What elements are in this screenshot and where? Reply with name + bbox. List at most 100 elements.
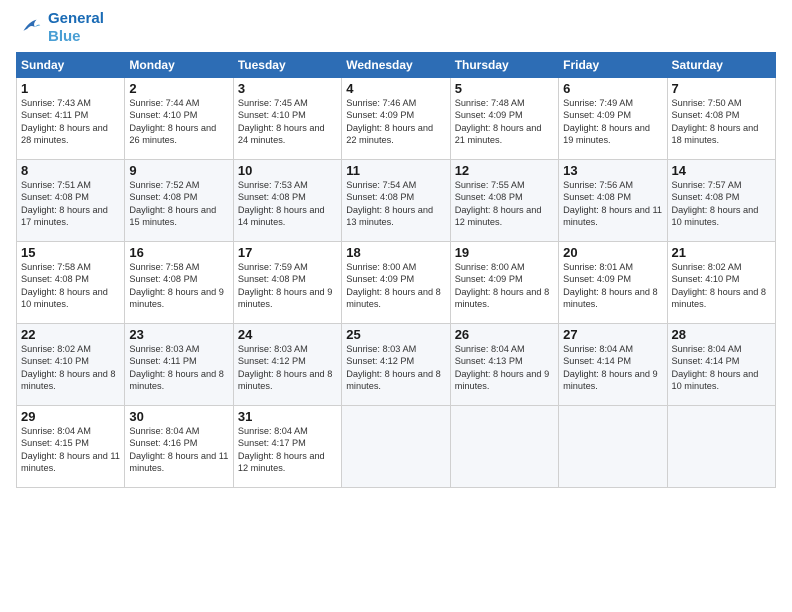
calendar-cell: 23 Sunrise: 8:03 AMSunset: 4:11 PMDaylig… — [125, 324, 233, 406]
cell-info: Sunrise: 8:04 AMSunset: 4:14 PMDaylight:… — [672, 344, 759, 391]
cell-info: Sunrise: 8:04 AMSunset: 4:16 PMDaylight:… — [129, 426, 228, 473]
cell-info: Sunrise: 7:58 AMSunset: 4:08 PMDaylight:… — [129, 262, 224, 309]
day-number: 6 — [563, 81, 662, 96]
day-number: 11 — [346, 163, 445, 178]
calendar-cell: 28 Sunrise: 8:04 AMSunset: 4:14 PMDaylig… — [667, 324, 775, 406]
logo: GeneralBlue — [16, 10, 104, 46]
day-number: 18 — [346, 245, 445, 260]
header-monday: Monday — [125, 53, 233, 78]
calendar-cell: 12 Sunrise: 7:55 AMSunset: 4:08 PMDaylig… — [450, 160, 558, 242]
header-sunday: Sunday — [17, 53, 125, 78]
header-saturday: Saturday — [667, 53, 775, 78]
day-number: 4 — [346, 81, 445, 96]
cell-info: Sunrise: 7:52 AMSunset: 4:08 PMDaylight:… — [129, 180, 216, 227]
cell-info: Sunrise: 8:04 AMSunset: 4:17 PMDaylight:… — [238, 426, 325, 473]
calendar-cell: 5 Sunrise: 7:48 AMSunset: 4:09 PMDayligh… — [450, 78, 558, 160]
calendar-cell: 29 Sunrise: 8:04 AMSunset: 4:15 PMDaylig… — [17, 406, 125, 488]
calendar-cell: 18 Sunrise: 8:00 AMSunset: 4:09 PMDaylig… — [342, 242, 450, 324]
cell-info: Sunrise: 8:03 AMSunset: 4:12 PMDaylight:… — [346, 344, 441, 391]
cell-info: Sunrise: 7:46 AMSunset: 4:09 PMDaylight:… — [346, 98, 433, 145]
calendar-cell: 19 Sunrise: 8:00 AMSunset: 4:09 PMDaylig… — [450, 242, 558, 324]
cell-info: Sunrise: 7:58 AMSunset: 4:08 PMDaylight:… — [21, 262, 108, 309]
day-number: 14 — [672, 163, 771, 178]
week-row-5: 29 Sunrise: 8:04 AMSunset: 4:15 PMDaylig… — [17, 406, 776, 488]
cell-info: Sunrise: 8:00 AMSunset: 4:09 PMDaylight:… — [455, 262, 550, 309]
day-number: 7 — [672, 81, 771, 96]
calendar-cell — [342, 406, 450, 488]
day-number: 20 — [563, 245, 662, 260]
cell-info: Sunrise: 8:03 AMSunset: 4:12 PMDaylight:… — [238, 344, 333, 391]
day-number: 31 — [238, 409, 337, 424]
calendar-cell: 3 Sunrise: 7:45 AMSunset: 4:10 PMDayligh… — [233, 78, 341, 160]
cell-info: Sunrise: 7:44 AMSunset: 4:10 PMDaylight:… — [129, 98, 216, 145]
header-tuesday: Tuesday — [233, 53, 341, 78]
calendar-table: SundayMondayTuesdayWednesdayThursdayFrid… — [16, 52, 776, 488]
day-number: 2 — [129, 81, 228, 96]
cell-info: Sunrise: 7:56 AMSunset: 4:08 PMDaylight:… — [563, 180, 662, 227]
calendar-cell: 27 Sunrise: 8:04 AMSunset: 4:14 PMDaylig… — [559, 324, 667, 406]
cell-info: Sunrise: 7:50 AMSunset: 4:08 PMDaylight:… — [672, 98, 759, 145]
header-thursday: Thursday — [450, 53, 558, 78]
calendar-cell — [559, 406, 667, 488]
day-number: 13 — [563, 163, 662, 178]
cell-info: Sunrise: 7:55 AMSunset: 4:08 PMDaylight:… — [455, 180, 542, 227]
week-row-1: 1 Sunrise: 7:43 AMSunset: 4:11 PMDayligh… — [17, 78, 776, 160]
cell-info: Sunrise: 7:45 AMSunset: 4:10 PMDaylight:… — [238, 98, 325, 145]
day-number: 23 — [129, 327, 228, 342]
calendar-cell: 4 Sunrise: 7:46 AMSunset: 4:09 PMDayligh… — [342, 78, 450, 160]
day-number: 27 — [563, 327, 662, 342]
cell-info: Sunrise: 7:54 AMSunset: 4:08 PMDaylight:… — [346, 180, 433, 227]
calendar-cell: 1 Sunrise: 7:43 AMSunset: 4:11 PMDayligh… — [17, 78, 125, 160]
logo-icon — [16, 14, 44, 42]
day-number: 12 — [455, 163, 554, 178]
calendar-cell: 6 Sunrise: 7:49 AMSunset: 4:09 PMDayligh… — [559, 78, 667, 160]
day-number: 17 — [238, 245, 337, 260]
cell-info: Sunrise: 8:04 AMSunset: 4:13 PMDaylight:… — [455, 344, 550, 391]
calendar-cell: 17 Sunrise: 7:59 AMSunset: 4:08 PMDaylig… — [233, 242, 341, 324]
cell-info: Sunrise: 8:00 AMSunset: 4:09 PMDaylight:… — [346, 262, 441, 309]
logo-text: GeneralBlue — [48, 10, 104, 46]
calendar-cell: 22 Sunrise: 8:02 AMSunset: 4:10 PMDaylig… — [17, 324, 125, 406]
day-number: 3 — [238, 81, 337, 96]
cell-info: Sunrise: 8:02 AMSunset: 4:10 PMDaylight:… — [21, 344, 116, 391]
cell-info: Sunrise: 8:04 AMSunset: 4:15 PMDaylight:… — [21, 426, 120, 473]
calendar-cell: 7 Sunrise: 7:50 AMSunset: 4:08 PMDayligh… — [667, 78, 775, 160]
week-row-2: 8 Sunrise: 7:51 AMSunset: 4:08 PMDayligh… — [17, 160, 776, 242]
header-friday: Friday — [559, 53, 667, 78]
day-number: 5 — [455, 81, 554, 96]
day-number: 24 — [238, 327, 337, 342]
header-row: SundayMondayTuesdayWednesdayThursdayFrid… — [17, 53, 776, 78]
day-number: 9 — [129, 163, 228, 178]
day-number: 1 — [21, 81, 120, 96]
calendar-cell: 10 Sunrise: 7:53 AMSunset: 4:08 PMDaylig… — [233, 160, 341, 242]
calendar-cell: 24 Sunrise: 8:03 AMSunset: 4:12 PMDaylig… — [233, 324, 341, 406]
header-wednesday: Wednesday — [342, 53, 450, 78]
calendar-cell: 9 Sunrise: 7:52 AMSunset: 4:08 PMDayligh… — [125, 160, 233, 242]
day-number: 29 — [21, 409, 120, 424]
week-row-4: 22 Sunrise: 8:02 AMSunset: 4:10 PMDaylig… — [17, 324, 776, 406]
day-number: 22 — [21, 327, 120, 342]
day-number: 16 — [129, 245, 228, 260]
cell-info: Sunrise: 7:49 AMSunset: 4:09 PMDaylight:… — [563, 98, 650, 145]
calendar-cell: 2 Sunrise: 7:44 AMSunset: 4:10 PMDayligh… — [125, 78, 233, 160]
cell-info: Sunrise: 8:02 AMSunset: 4:10 PMDaylight:… — [672, 262, 767, 309]
calendar-cell: 13 Sunrise: 7:56 AMSunset: 4:08 PMDaylig… — [559, 160, 667, 242]
calendar-cell: 21 Sunrise: 8:02 AMSunset: 4:10 PMDaylig… — [667, 242, 775, 324]
calendar-cell: 14 Sunrise: 7:57 AMSunset: 4:08 PMDaylig… — [667, 160, 775, 242]
calendar-cell: 31 Sunrise: 8:04 AMSunset: 4:17 PMDaylig… — [233, 406, 341, 488]
page-header: GeneralBlue — [16, 10, 776, 46]
calendar-cell: 15 Sunrise: 7:58 AMSunset: 4:08 PMDaylig… — [17, 242, 125, 324]
calendar-cell: 26 Sunrise: 8:04 AMSunset: 4:13 PMDaylig… — [450, 324, 558, 406]
calendar-cell: 25 Sunrise: 8:03 AMSunset: 4:12 PMDaylig… — [342, 324, 450, 406]
cell-info: Sunrise: 7:51 AMSunset: 4:08 PMDaylight:… — [21, 180, 108, 227]
week-row-3: 15 Sunrise: 7:58 AMSunset: 4:08 PMDaylig… — [17, 242, 776, 324]
day-number: 15 — [21, 245, 120, 260]
calendar-cell: 20 Sunrise: 8:01 AMSunset: 4:09 PMDaylig… — [559, 242, 667, 324]
day-number: 8 — [21, 163, 120, 178]
calendar-cell: 11 Sunrise: 7:54 AMSunset: 4:08 PMDaylig… — [342, 160, 450, 242]
cell-info: Sunrise: 8:03 AMSunset: 4:11 PMDaylight:… — [129, 344, 224, 391]
calendar-cell — [667, 406, 775, 488]
day-number: 25 — [346, 327, 445, 342]
cell-info: Sunrise: 8:01 AMSunset: 4:09 PMDaylight:… — [563, 262, 658, 309]
day-number: 10 — [238, 163, 337, 178]
